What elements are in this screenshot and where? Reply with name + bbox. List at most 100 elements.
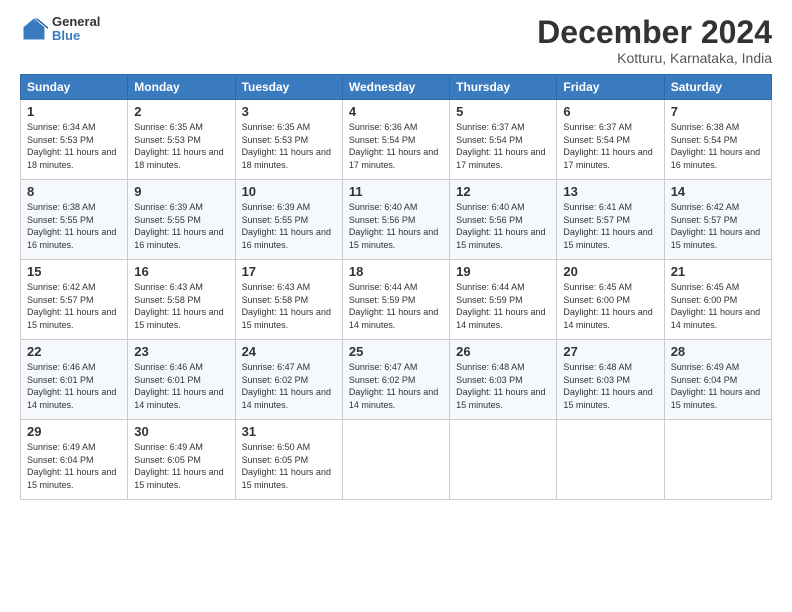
day-info: Sunrise: 6:37 AM Sunset: 5:54 PM Dayligh… [456, 121, 550, 171]
day-info: Sunrise: 6:47 AM Sunset: 6:02 PM Dayligh… [242, 361, 336, 411]
day-number: 25 [349, 344, 443, 359]
calendar-day-5: 5 Sunrise: 6:37 AM Sunset: 5:54 PM Daylig… [450, 100, 557, 180]
day-info: Sunrise: 6:44 AM Sunset: 5:59 PM Dayligh… [349, 281, 443, 331]
day-info: Sunrise: 6:46 AM Sunset: 6:01 PM Dayligh… [27, 361, 121, 411]
day-info: Sunrise: 6:40 AM Sunset: 5:56 PM Dayligh… [456, 201, 550, 251]
day-info: Sunrise: 6:39 AM Sunset: 5:55 PM Dayligh… [242, 201, 336, 251]
empty-cell [557, 420, 664, 500]
day-number: 1 [27, 104, 121, 119]
calendar-table: SundayMondayTuesdayWednesdayThursdayFrid… [20, 74, 772, 500]
calendar-day-31: 31 Sunrise: 6:50 AM Sunset: 6:05 PM Dayli… [235, 420, 342, 500]
day-number: 24 [242, 344, 336, 359]
day-number: 4 [349, 104, 443, 119]
calendar-day-3: 3 Sunrise: 6:35 AM Sunset: 5:53 PM Daylig… [235, 100, 342, 180]
day-info: Sunrise: 6:38 AM Sunset: 5:54 PM Dayligh… [671, 121, 765, 171]
empty-cell [450, 420, 557, 500]
day-number: 2 [134, 104, 228, 119]
day-info: Sunrise: 6:48 AM Sunset: 6:03 PM Dayligh… [456, 361, 550, 411]
calendar-day-14: 14 Sunrise: 6:42 AM Sunset: 5:57 PM Dayli… [664, 180, 771, 260]
day-info: Sunrise: 6:49 AM Sunset: 6:04 PM Dayligh… [27, 441, 121, 491]
day-header-friday: Friday [557, 75, 664, 100]
calendar-day-30: 30 Sunrise: 6:49 AM Sunset: 6:05 PM Dayli… [128, 420, 235, 500]
calendar-day-6: 6Sunrise: 6:37 AM Sunset: 5:54 PM Daylig… [557, 100, 664, 180]
calendar-day-20: 20Sunrise: 6:45 AM Sunset: 6:00 PM Dayli… [557, 260, 664, 340]
calendar-day-27: 27 Sunrise: 6:48 AM Sunset: 6:03 PM Dayli… [557, 340, 664, 420]
day-number: 22 [27, 344, 121, 359]
day-number: 19 [456, 264, 550, 279]
day-header-wednesday: Wednesday [342, 75, 449, 100]
day-number: 17 [242, 264, 336, 279]
day-header-tuesday: Tuesday [235, 75, 342, 100]
day-info: Sunrise: 6:40 AM Sunset: 5:56 PM Dayligh… [349, 201, 443, 251]
calendar-day-18: 18 Sunrise: 6:44 AM Sunset: 5:59 PM Dayli… [342, 260, 449, 340]
calendar-day-2: 2 Sunrise: 6:35 AM Sunset: 5:53 PM Daylig… [128, 100, 235, 180]
calendar-header-row: SundayMondayTuesdayWednesdayThursdayFrid… [21, 75, 772, 100]
logo-icon [20, 15, 48, 43]
calendar-day-17: 17 Sunrise: 6:43 AM Sunset: 5:58 PM Dayli… [235, 260, 342, 340]
day-number: 27 [563, 344, 657, 359]
empty-cell [664, 420, 771, 500]
header: General Blue December 2024 Kotturu, Karn… [20, 15, 772, 66]
calendar-week-2: 8Sunrise: 6:38 AM Sunset: 5:55 PM Daylig… [21, 180, 772, 260]
day-number: 10 [242, 184, 336, 199]
logo-general: General [52, 15, 100, 29]
calendar-page: General Blue December 2024 Kotturu, Karn… [0, 0, 792, 612]
calendar-day-13: 13Sunrise: 6:41 AM Sunset: 5:57 PM Dayli… [557, 180, 664, 260]
day-info: Sunrise: 6:41 AM Sunset: 5:57 PM Dayligh… [563, 201, 657, 251]
day-info: Sunrise: 6:45 AM Sunset: 6:00 PM Dayligh… [671, 281, 765, 331]
day-info: Sunrise: 6:42 AM Sunset: 5:57 PM Dayligh… [671, 201, 765, 251]
calendar-day-29: 29 Sunrise: 6:49 AM Sunset: 6:04 PM Dayli… [21, 420, 128, 500]
day-info: Sunrise: 6:36 AM Sunset: 5:54 PM Dayligh… [349, 121, 443, 171]
day-number: 7 [671, 104, 765, 119]
day-info: Sunrise: 6:35 AM Sunset: 5:53 PM Dayligh… [242, 121, 336, 171]
day-number: 21 [671, 264, 765, 279]
calendar-week-4: 22 Sunrise: 6:46 AM Sunset: 6:01 PM Dayli… [21, 340, 772, 420]
day-info: Sunrise: 6:35 AM Sunset: 5:53 PM Dayligh… [134, 121, 228, 171]
day-number: 16 [134, 264, 228, 279]
day-number: 3 [242, 104, 336, 119]
calendar-day-26: 26 Sunrise: 6:48 AM Sunset: 6:03 PM Dayli… [450, 340, 557, 420]
day-info: Sunrise: 6:49 AM Sunset: 6:05 PM Dayligh… [134, 441, 228, 491]
calendar-day-28: 28 Sunrise: 6:49 AM Sunset: 6:04 PM Dayli… [664, 340, 771, 420]
calendar-day-21: 21 Sunrise: 6:45 AM Sunset: 6:00 PM Dayli… [664, 260, 771, 340]
day-info: Sunrise: 6:39 AM Sunset: 5:55 PM Dayligh… [134, 201, 228, 251]
calendar-day-7: 7 Sunrise: 6:38 AM Sunset: 5:54 PM Daylig… [664, 100, 771, 180]
day-number: 29 [27, 424, 121, 439]
day-info: Sunrise: 6:43 AM Sunset: 5:58 PM Dayligh… [134, 281, 228, 331]
day-info: Sunrise: 6:43 AM Sunset: 5:58 PM Dayligh… [242, 281, 336, 331]
day-header-saturday: Saturday [664, 75, 771, 100]
calendar-week-5: 29 Sunrise: 6:49 AM Sunset: 6:04 PM Dayli… [21, 420, 772, 500]
calendar-day-1: 1 Sunrise: 6:34 AM Sunset: 5:53 PM Daylig… [21, 100, 128, 180]
day-number: 18 [349, 264, 443, 279]
day-info: Sunrise: 6:48 AM Sunset: 6:03 PM Dayligh… [563, 361, 657, 411]
day-header-thursday: Thursday [450, 75, 557, 100]
day-info: Sunrise: 6:50 AM Sunset: 6:05 PM Dayligh… [242, 441, 336, 491]
day-info: Sunrise: 6:47 AM Sunset: 6:02 PM Dayligh… [349, 361, 443, 411]
day-number: 28 [671, 344, 765, 359]
calendar-day-10: 10 Sunrise: 6:39 AM Sunset: 5:55 PM Dayli… [235, 180, 342, 260]
calendar-day-25: 25 Sunrise: 6:47 AM Sunset: 6:02 PM Dayli… [342, 340, 449, 420]
calendar-day-22: 22 Sunrise: 6:46 AM Sunset: 6:01 PM Dayli… [21, 340, 128, 420]
day-number: 15 [27, 264, 121, 279]
month-title: December 2024 [537, 15, 772, 50]
day-info: Sunrise: 6:45 AM Sunset: 6:00 PM Dayligh… [563, 281, 657, 331]
location: Kotturu, Karnataka, India [537, 50, 772, 66]
day-number: 30 [134, 424, 228, 439]
day-number: 12 [456, 184, 550, 199]
day-number: 26 [456, 344, 550, 359]
calendar-week-3: 15 Sunrise: 6:42 AM Sunset: 5:57 PM Dayli… [21, 260, 772, 340]
day-number: 31 [242, 424, 336, 439]
day-info: Sunrise: 6:49 AM Sunset: 6:04 PM Dayligh… [671, 361, 765, 411]
logo: General Blue [20, 15, 100, 44]
day-info: Sunrise: 6:44 AM Sunset: 5:59 PM Dayligh… [456, 281, 550, 331]
day-info: Sunrise: 6:46 AM Sunset: 6:01 PM Dayligh… [134, 361, 228, 411]
calendar-day-24: 24 Sunrise: 6:47 AM Sunset: 6:02 PM Dayli… [235, 340, 342, 420]
calendar-day-4: 4 Sunrise: 6:36 AM Sunset: 5:54 PM Daylig… [342, 100, 449, 180]
day-info: Sunrise: 6:34 AM Sunset: 5:53 PM Dayligh… [27, 121, 121, 171]
calendar-day-15: 15 Sunrise: 6:42 AM Sunset: 5:57 PM Dayli… [21, 260, 128, 340]
day-number: 5 [456, 104, 550, 119]
day-info: Sunrise: 6:42 AM Sunset: 5:57 PM Dayligh… [27, 281, 121, 331]
day-number: 14 [671, 184, 765, 199]
calendar-day-23: 23Sunrise: 6:46 AM Sunset: 6:01 PM Dayli… [128, 340, 235, 420]
day-info: Sunrise: 6:38 AM Sunset: 5:55 PM Dayligh… [27, 201, 121, 251]
